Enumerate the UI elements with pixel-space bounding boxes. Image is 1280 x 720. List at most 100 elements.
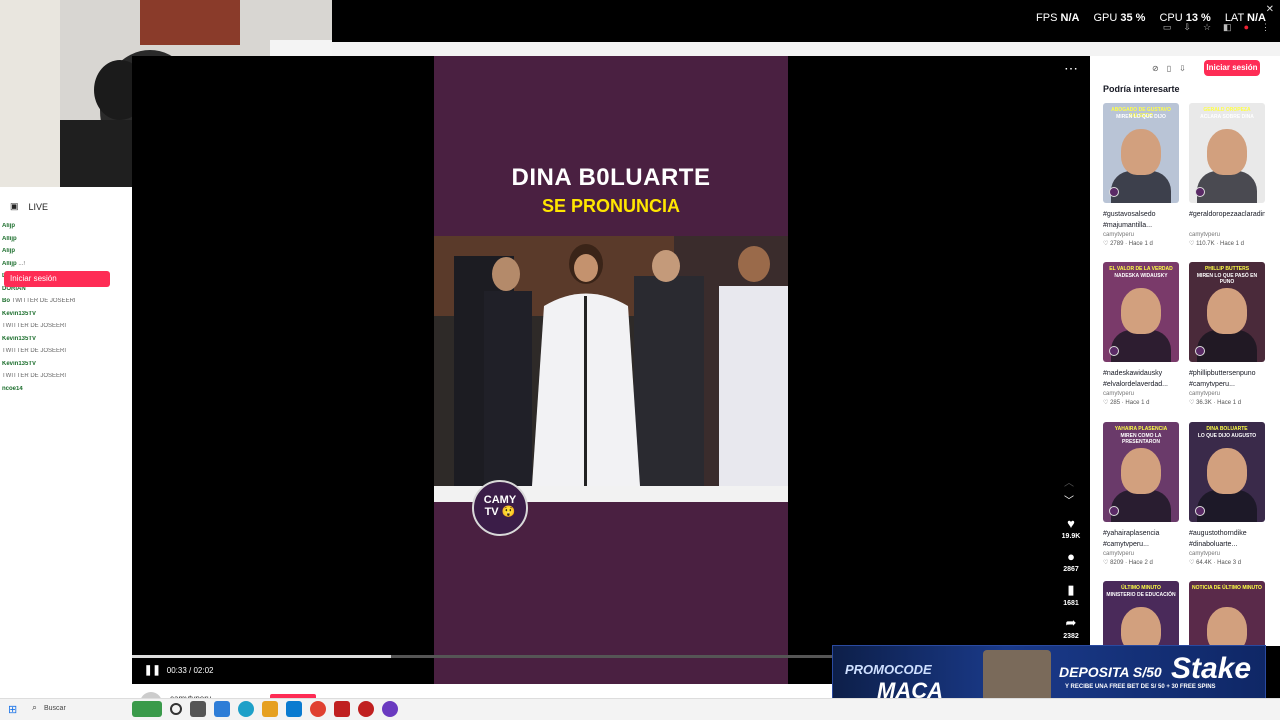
live-nav-item[interactable]: ▣ LIVE — [10, 201, 48, 212]
video-player-area[interactable]: DINA B0LUARTE SE PRONUNCIA CAMY TV 😲 ⋯ ︿… — [132, 56, 1090, 684]
card-meta: ♡ 285 · Hace 1 d — [1103, 400, 1150, 406]
ad-deposit-text: DEPOSITA S/50 — [1059, 664, 1162, 680]
save-count: 1681 — [1063, 600, 1079, 607]
chat-username[interactable]: Allijp — [2, 261, 17, 267]
card-thumbnail[interactable]: ABOGADO DE GUSTAVO SALSEDO MIREN LO QUE D… — [1103, 103, 1179, 203]
obs-icon[interactable] — [358, 701, 374, 717]
card-author[interactable]: camytvperu — [1103, 551, 1179, 557]
widgets-icon[interactable] — [132, 701, 162, 717]
recommendation-card[interactable]: EL VALOR DE LA VERDAD NADESKA WIDAUSKY #na… — [1103, 262, 1179, 406]
heart-outline-icon: ♡ — [1103, 560, 1109, 566]
comment-count: 2867 — [1063, 566, 1079, 573]
chat-message: Alijp — [2, 223, 132, 236]
card-description[interactable]: #nadeskawidausky #elvalordelaverdad... — [1103, 368, 1179, 390]
file-explorer-icon[interactable] — [262, 701, 278, 717]
chat-text: TWITTER DE JOSEERI — [11, 298, 76, 304]
chat-message: Kevin135TV — [2, 311, 132, 324]
thumb-subtitle: MIREN LO QUE PASÓ EN PUNO — [1196, 273, 1258, 285]
card-thumbnail[interactable]: YAHAIRA PLASENCIA MIREN COMO LA PRESENTAR… — [1103, 422, 1179, 522]
card-thumbnail[interactable]: GERALD OROPEZA ACLARA SOBRE DINA — [1189, 103, 1265, 203]
history-icon[interactable]: ⊘ — [1152, 64, 1159, 73]
card-thumbnail[interactable]: NOTICIA DE ÚLTIMO MINUTO — [1189, 581, 1265, 646]
card-description[interactable]: #phillipbuttersenpuno #camytvperu... — [1189, 368, 1265, 390]
app-icon[interactable] — [334, 701, 350, 717]
card-description[interactable]: #gustavosalsedo #majumantilla... — [1103, 209, 1179, 231]
chat-username[interactable]: Bo — [2, 298, 10, 304]
edge-icon[interactable] — [238, 701, 254, 717]
card-author[interactable]: camytvperu — [1189, 232, 1265, 238]
recommendation-card[interactable]: PHILLIP BUTTERS MIREN LO QUE PASÓ EN PUNO… — [1189, 262, 1265, 406]
profile-icon[interactable]: ● — [1244, 22, 1249, 33]
cortana-icon[interactable] — [170, 703, 182, 715]
card-thumbnail[interactable]: ÚLTIMO MINUTO MINISTERIO DE EDUCACIÓN — [1103, 581, 1179, 646]
chat-message: TWITTER DE JOSEERI — [2, 323, 132, 336]
discord-icon[interactable] — [382, 701, 398, 717]
thumb-figure — [1197, 171, 1257, 203]
thumb-subtitle: MIREN COMO LA PRESENTARON — [1120, 433, 1162, 445]
card-author[interactable]: camytvperu — [1189, 391, 1265, 397]
card-author[interactable]: camytvperu — [1103, 232, 1179, 238]
download-icon[interactable]: ⇩ — [1179, 64, 1186, 73]
cast-icon[interactable]: ▭ — [1163, 22, 1172, 33]
card-author[interactable]: camytvperu — [1189, 551, 1265, 557]
chat-username[interactable]: Allijp — [2, 236, 17, 242]
login-button[interactable]: Iniciar sesión — [1204, 60, 1260, 76]
recommendation-card[interactable]: NOTICIA DE ÚLTIMO MINUTO — [1189, 581, 1265, 646]
heart-outline-icon: ♡ — [1103, 400, 1109, 406]
outlook-icon[interactable] — [286, 701, 302, 717]
card-description[interactable]: #geraldoropezaaclaradinaboluarte... — [1189, 209, 1265, 231]
thumb-face — [1121, 607, 1161, 646]
save-action[interactable]: ▮ 1681 — [1050, 582, 1092, 607]
card-author[interactable]: camytvperu — [1103, 391, 1179, 397]
channel-badge-icon — [1195, 506, 1205, 516]
thumb-figure — [1197, 330, 1257, 362]
card-thumbnail[interactable]: DINA BOLUARTE LO QUE DIJO AUGUSTO — [1189, 422, 1265, 522]
extension-icon[interactable]: ◧ — [1223, 22, 1232, 33]
chevron-up-icon[interactable]: ︿ — [1064, 474, 1074, 489]
close-icon[interactable]: ✕ — [1266, 4, 1274, 15]
card-description[interactable]: #yahairaplasencia #camytvperu... — [1103, 528, 1179, 550]
chat-panel: ▣ LIVE Alijp Allijp Alijp Allijp ...!Dar… — [0, 187, 132, 698]
edge-dev-icon[interactable] — [214, 701, 230, 717]
chat-username[interactable]: Kevin135TV — [2, 361, 36, 367]
comment-action[interactable]: ● 2867 — [1050, 549, 1092, 573]
card-description[interactable]: #augustothorndike #dinaboluarte... — [1189, 528, 1265, 550]
chat-username[interactable]: Kevin135TV — [2, 336, 36, 342]
pause-icon[interactable]: ❚❚ — [144, 665, 161, 676]
like-action[interactable]: ♥ 19.9K — [1050, 516, 1092, 540]
video-frame[interactable]: DINA B0LUARTE SE PRONUNCIA CAMY TV 😲 — [434, 56, 788, 684]
chrome-icon[interactable] — [310, 701, 326, 717]
chevron-down-icon[interactable]: ﹀ — [1064, 492, 1074, 507]
menu-icon[interactable]: ⋮ — [1261, 22, 1270, 33]
chat-username[interactable]: Alijp — [2, 223, 15, 229]
card-likes: 285 — [1110, 400, 1121, 406]
chat-message: TWITTER DE JOSEERI — [2, 373, 132, 386]
chat-username[interactable]: ncoe14 — [2, 386, 23, 392]
bookmark-icon: ▮ — [1067, 582, 1075, 597]
star-icon[interactable]: ☆ — [1203, 22, 1211, 33]
sidebar-toolbar: ⊘ ▯ ⇩ — [1152, 64, 1186, 73]
chat-username[interactable]: Alijp — [2, 248, 15, 254]
card-thumbnail[interactable]: PHILLIP BUTTERS MIREN LO QUE PASÓ EN PUNO — [1189, 262, 1265, 362]
thumb-face — [1121, 288, 1161, 334]
windows-start-icon[interactable]: ⊞ — [8, 703, 17, 716]
recommendation-card[interactable]: ÚLTIMO MINUTO MINISTERIO DE EDUCACIÓN — [1103, 581, 1179, 646]
phone-icon[interactable]: ▯ — [1167, 64, 1171, 73]
recommendation-card[interactable]: GERALD OROPEZA ACLARA SOBRE DINA #geraldor… — [1189, 103, 1265, 247]
recommendation-card[interactable]: YAHAIRA PLASENCIA MIREN COMO LA PRESENTAR… — [1103, 422, 1179, 566]
thumb-face — [1121, 448, 1161, 494]
thumb-face — [1207, 448, 1247, 494]
taskbar-search[interactable]: Buscar — [28, 702, 128, 717]
thumb-title: PHILLIP BUTTERS — [1204, 266, 1250, 272]
channel-badge-icon — [1109, 346, 1119, 356]
sidebar-title: Podría interesarte — [1103, 84, 1180, 94]
chat-username[interactable]: Kevin135TV — [2, 311, 36, 317]
task-view-icon[interactable] — [190, 701, 206, 717]
login-button-left[interactable]: Iniciar sesión — [4, 271, 110, 287]
download-icon[interactable]: ⇩ — [1183, 22, 1191, 33]
recommendation-card[interactable]: ABOGADO DE GUSTAVO SALSEDO MIREN LO QUE D… — [1103, 103, 1179, 247]
more-options-icon[interactable]: ⋯ — [1064, 60, 1078, 77]
share-action[interactable]: ➦ 2382 — [1050, 615, 1092, 640]
recommendation-card[interactable]: DINA BOLUARTE LO QUE DIJO AUGUSTO #augusto… — [1189, 422, 1265, 566]
card-thumbnail[interactable]: EL VALOR DE LA VERDAD NADESKA WIDAUSKY — [1103, 262, 1179, 362]
